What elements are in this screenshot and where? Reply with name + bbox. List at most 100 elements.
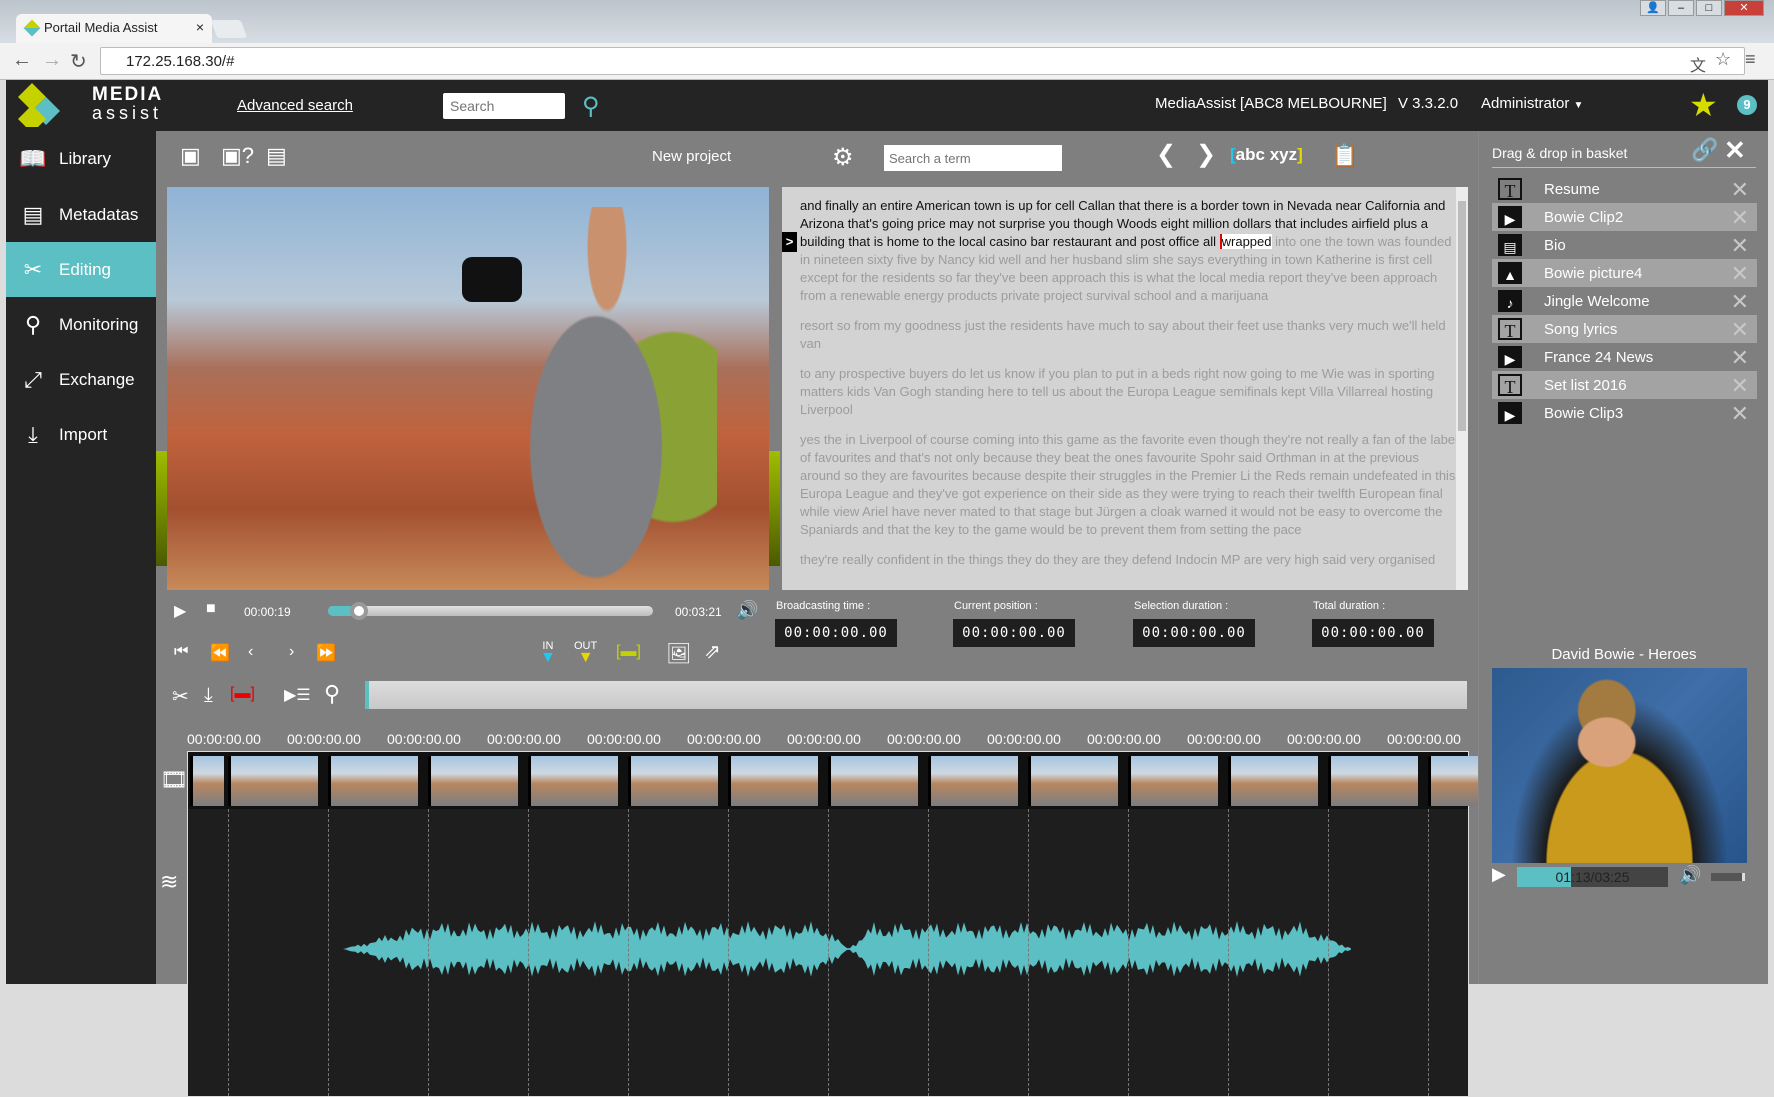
favorites-star-icon[interactable]: ★: [1689, 86, 1718, 124]
editing-workspace: ▣ ▣? ▤ New project ⚙ ❮ ❯ [abc xyz] 📋 > a…: [156, 131, 1618, 1097]
user-menu[interactable]: Administrator ▼: [1481, 95, 1583, 112]
sidebar-item-monitoring[interactable]: ⚲ Monitoring: [6, 297, 156, 352]
remove-item-icon[interactable]: ✕: [1731, 345, 1749, 371]
in-marker-icon: ▼: [540, 649, 556, 666]
basket-item[interactable]: ▲ Bowie picture4 ✕: [1492, 259, 1757, 287]
video-thumbnail: [528, 756, 618, 806]
timeline-zoom-bar[interactable]: [365, 681, 1467, 709]
fast-rewind-icon[interactable]: ⏪: [210, 643, 230, 663]
advanced-search-link[interactable]: Advanced search: [237, 97, 353, 114]
next-term-icon[interactable]: ❯: [1196, 140, 1216, 169]
stop-icon[interactable]: ■: [206, 600, 216, 618]
remove-item-icon[interactable]: ✕: [1731, 401, 1749, 427]
sidebar-item-library[interactable]: 📖 Library: [6, 131, 156, 186]
timeline-tick: 00:00:00.00: [687, 731, 761, 747]
app-header: MEDIAassist Advanced search ⚲ MediaAssis…: [6, 80, 1768, 131]
mark-in-button[interactable]: IN ▼: [540, 641, 556, 666]
remove-item-icon[interactable]: ✕: [1731, 233, 1749, 259]
close-tab-icon[interactable]: ×: [196, 19, 204, 35]
remove-item-icon[interactable]: ✕: [1731, 289, 1749, 315]
step-forward-icon[interactable]: ›: [289, 643, 294, 661]
save-as-icon[interactable]: ▣?: [221, 143, 254, 169]
add-segment-icon[interactable]: [▬]: [616, 643, 641, 661]
preview-progress[interactable]: 01:13/03:25: [1517, 867, 1668, 887]
new-tab-button[interactable]: [210, 20, 248, 38]
abc-xyz-toggle[interactable]: [abc xyz]: [1230, 145, 1303, 165]
download-icon[interactable]: ⤓: [204, 684, 213, 707]
back-icon[interactable]: ←: [12, 49, 32, 72]
notes-icon[interactable]: ▤: [266, 143, 287, 169]
basket-item[interactable]: ▶ Bowie Clip3 ✕: [1492, 399, 1757, 427]
preview-play-icon[interactable]: ▶: [1492, 864, 1506, 885]
divider: [1492, 167, 1756, 168]
preview-volume-slider[interactable]: [1711, 873, 1745, 881]
playlist-icon[interactable]: ▶☰: [284, 685, 311, 705]
transcript-scrollbar[interactable]: [1456, 187, 1468, 590]
cut-icon[interactable]: ✂: [172, 684, 189, 709]
basket-item[interactable]: ♪ Jingle Welcome ✕: [1492, 287, 1757, 315]
play-icon[interactable]: ▶: [174, 601, 186, 621]
user-icon[interactable]: 👤: [1640, 0, 1666, 16]
basket-item[interactable]: ▤ Bio ✕: [1492, 231, 1757, 259]
forward-icon[interactable]: →: [42, 49, 62, 72]
mark-out-button[interactable]: OUT ▼: [574, 641, 597, 666]
previous-term-icon[interactable]: ❮: [1156, 140, 1176, 169]
transcript-current-word[interactable]: wrapped: [1219, 234, 1272, 249]
term-search-input[interactable]: [884, 145, 1062, 171]
scrollbar-thumb[interactable]: [1458, 201, 1466, 431]
maximize-button[interactable]: □: [1696, 0, 1722, 16]
sidebar-item-editing[interactable]: ✂ Editing: [6, 242, 156, 297]
minimize-button[interactable]: –: [1668, 0, 1694, 16]
sidebar-item-import[interactable]: ⤓ Import: [6, 407, 156, 462]
reload-icon[interactable]: ↻: [70, 49, 87, 74]
translate-icon[interactable]: 文: [1690, 52, 1706, 76]
timeline-tick: 00:00:00.00: [787, 731, 861, 747]
basket-item[interactable]: T Resume ✕: [1492, 175, 1757, 203]
bookmark-star-icon[interactable]: ☆: [1715, 49, 1731, 70]
url-input[interactable]: 172.25.168.30/#: [100, 47, 1745, 75]
video-preview[interactable]: [167, 187, 769, 590]
project-name: New project: [652, 148, 732, 165]
save-project-icon[interactable]: ▣: [180, 143, 201, 169]
fast-forward-icon[interactable]: ⏩: [316, 643, 336, 663]
video-track[interactable]: [188, 752, 1618, 809]
remove-item-icon[interactable]: ✕: [1731, 205, 1749, 231]
remove-item-icon[interactable]: ✕: [1731, 317, 1749, 343]
step-back-icon[interactable]: ‹: [248, 643, 253, 661]
basket-item[interactable]: T Song lyrics ✕: [1492, 315, 1757, 343]
timeline[interactable]: [187, 751, 1618, 1097]
remove-segment-icon[interactable]: [▬]: [230, 685, 255, 703]
basket-item[interactable]: T Set list 2016 ✕: [1492, 371, 1757, 399]
basket-item[interactable]: ▶ Bowie Clip2 ✕: [1492, 203, 1757, 231]
timeline-gridline: [328, 809, 329, 1096]
preview-volume-icon[interactable]: 🔊: [1679, 865, 1701, 886]
video-thumbnail: [228, 756, 318, 806]
sidebar-item-metadatas[interactable]: ▤ Metadatas: [6, 187, 156, 242]
close-icon[interactable]: ✕: [1724, 135, 1746, 166]
snapshot-image-icon[interactable]: 🖼: [666, 641, 691, 666]
seek-slider[interactable]: [328, 602, 653, 620]
link-icon[interactable]: 🔗: [1691, 137, 1718, 163]
go-to-start-icon[interactable]: ⏮: [174, 643, 188, 661]
preview-image[interactable]: [1492, 668, 1747, 863]
sidebar-item-exchange[interactable]: ⤢ Exchange: [6, 352, 156, 407]
clipboard-icon[interactable]: 📋: [1331, 143, 1358, 169]
export-icon[interactable]: ⇗: [704, 639, 721, 664]
seek-handle[interactable]: [349, 602, 368, 620]
logo-text: MEDIA assist: [92, 84, 164, 123]
remove-item-icon[interactable]: ✕: [1731, 373, 1749, 399]
search-input[interactable]: [443, 93, 565, 119]
basket-item[interactable]: ▶ France 24 News ✕: [1492, 343, 1757, 371]
menu-icon[interactable]: ≡: [1745, 49, 1756, 70]
remove-item-icon[interactable]: ✕: [1731, 261, 1749, 287]
transcript-panel[interactable]: > and finally an entire American town is…: [782, 187, 1468, 590]
gear-icon[interactable]: ⚙: [832, 143, 854, 172]
remove-item-icon[interactable]: ✕: [1731, 177, 1749, 203]
close-window-button[interactable]: ✕: [1724, 0, 1764, 16]
search-icon[interactable]: ⚲: [582, 92, 600, 121]
volume-icon[interactable]: 🔊: [736, 600, 758, 621]
document-icon: ▤: [1498, 234, 1522, 256]
browser-tab[interactable]: Portail Media Assist ×: [16, 14, 212, 43]
zoom-icon[interactable]: ⚲: [324, 681, 340, 707]
notification-badge[interactable]: 9: [1737, 95, 1757, 115]
